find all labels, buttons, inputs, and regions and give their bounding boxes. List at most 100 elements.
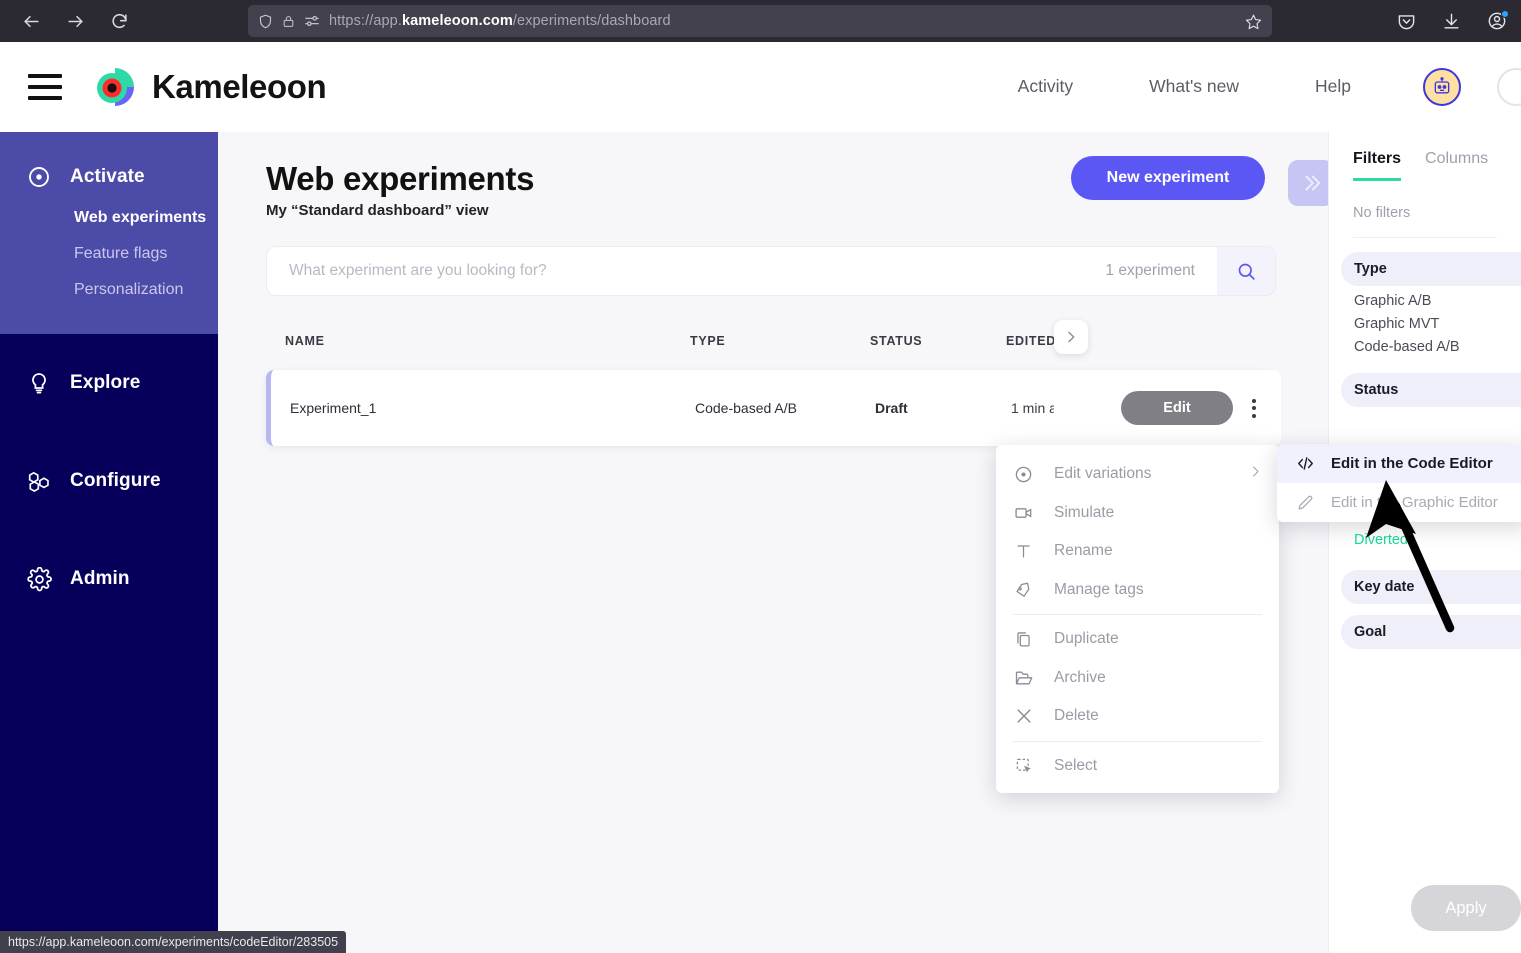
filter-option-graphic-mvt[interactable]: Graphic MVT bbox=[1329, 309, 1521, 332]
filter-group-goal[interactable]: Goal bbox=[1341, 615, 1521, 649]
cell-experiment-name: Experiment_1 bbox=[290, 400, 376, 416]
target-dot-icon bbox=[1013, 465, 1034, 484]
sidebar-item-label: Admin bbox=[70, 568, 130, 590]
column-header-edited: EDITED bbox=[1006, 334, 1056, 348]
double-chevron-right-icon[interactable] bbox=[1288, 160, 1328, 206]
pencil-icon bbox=[1295, 493, 1315, 512]
submenu-item-code-editor[interactable]: Edit in the Code Editor bbox=[1277, 444, 1521, 483]
kameleoon-logo-icon bbox=[92, 64, 138, 110]
sidebar-item-activate[interactable]: Activate bbox=[0, 154, 218, 200]
filter-group-key-date[interactable]: Key date bbox=[1341, 570, 1521, 604]
menu-item-manage-tags[interactable]: Manage tags bbox=[996, 571, 1279, 610]
sidebar: Activate Web experiments Feature flags P… bbox=[0, 132, 218, 953]
menu-item-duplicate[interactable]: Duplicate bbox=[996, 620, 1279, 659]
tab-columns[interactable]: Columns bbox=[1425, 150, 1488, 181]
edit-button[interactable]: Edit bbox=[1121, 391, 1233, 425]
filter-option-code-based-ab[interactable]: Code-based A/B bbox=[1329, 332, 1521, 355]
reload-icon[interactable] bbox=[104, 6, 134, 36]
sidebar-section-explore: Explore bbox=[0, 334, 218, 432]
menu-item-label: Delete bbox=[1054, 707, 1099, 725]
folder-open-icon bbox=[1013, 668, 1034, 688]
filter-group-status[interactable]: Status bbox=[1341, 373, 1521, 407]
chevron-right-icon[interactable] bbox=[1054, 320, 1088, 354]
panel-tabs: Filters Columns bbox=[1329, 132, 1521, 181]
sidebar-item-web-experiments[interactable]: Web experiments bbox=[0, 200, 218, 236]
menu-item-label: Rename bbox=[1054, 542, 1113, 560]
experiment-count: 1 experiment bbox=[1105, 262, 1217, 280]
menu-item-select[interactable]: Select bbox=[996, 747, 1279, 786]
top-navigation: Activity What's new Help bbox=[980, 68, 1461, 106]
status-url-text: https://app.kameleoon.com/experiments/co… bbox=[8, 935, 338, 949]
user-avatar-partial[interactable] bbox=[1497, 68, 1521, 106]
pocket-save-icon[interactable] bbox=[1397, 12, 1416, 31]
download-icon[interactable] bbox=[1442, 12, 1461, 31]
menu-item-archive[interactable]: Archive bbox=[996, 659, 1279, 698]
submenu-item-label: Edit in the Code Editor bbox=[1331, 455, 1493, 472]
table-header-row: NAME TYPE STATUS EDITED bbox=[266, 328, 1276, 358]
brand-logo-group[interactable]: Kameleoon bbox=[92, 64, 326, 110]
nav-help[interactable]: Help bbox=[1277, 76, 1389, 97]
menu-item-label: Archive bbox=[1054, 669, 1106, 687]
code-brackets-icon bbox=[1295, 454, 1315, 473]
search-input[interactable] bbox=[267, 247, 1105, 295]
menu-item-label: Simulate bbox=[1054, 504, 1114, 522]
more-vertical-icon[interactable] bbox=[1241, 391, 1267, 425]
sidebar-section-activate: Activate Web experiments Feature flags P… bbox=[0, 132, 218, 334]
page-settings-icon[interactable] bbox=[304, 14, 320, 28]
sidebar-section-configure: Configure bbox=[0, 432, 218, 530]
submenu-item-graphic-editor[interactable]: Edit in the Graphic Editor bbox=[1277, 483, 1521, 522]
menu-item-edit-variations[interactable]: Edit variations bbox=[996, 455, 1279, 494]
browser-status-bar: https://app.kameleoon.com/experiments/co… bbox=[0, 931, 346, 953]
url-domain: kameleoon.com bbox=[402, 13, 513, 29]
cell-experiment-status: Draft bbox=[875, 400, 908, 416]
address-bar[interactable]: https://app.kameleoon.com/experiments/da… bbox=[248, 5, 1272, 37]
menu-item-rename[interactable]: Rename bbox=[996, 532, 1279, 571]
apply-button[interactable]: Apply bbox=[1411, 885, 1521, 931]
text-cursor-icon bbox=[1013, 542, 1034, 561]
column-header-type: TYPE bbox=[690, 334, 725, 348]
sidebar-section-admin: Admin bbox=[0, 530, 218, 628]
sidebar-item-explore[interactable]: Explore bbox=[0, 360, 218, 406]
sidebar-item-label: Configure bbox=[70, 470, 161, 492]
account-avatar-icon[interactable] bbox=[1487, 11, 1507, 31]
close-x-icon bbox=[1013, 706, 1034, 726]
filter-group-type[interactable]: Type bbox=[1341, 252, 1521, 286]
main-content: Web experiments My “Standard dashboard” … bbox=[218, 132, 1328, 953]
sidebar-item-label: Explore bbox=[70, 372, 140, 394]
search-icon[interactable] bbox=[1217, 247, 1275, 295]
row-actions: Edit bbox=[1054, 370, 1281, 446]
nav-whats-new[interactable]: What's new bbox=[1111, 76, 1277, 97]
sidebar-item-feature-flags[interactable]: Feature flags bbox=[0, 236, 218, 272]
url-protocol: https://app. bbox=[329, 13, 402, 29]
video-camera-icon bbox=[1013, 503, 1034, 523]
padlock-icon bbox=[282, 15, 295, 28]
filters-panel: Filters Columns No filters Type Graphic … bbox=[1328, 132, 1521, 953]
column-header-status: STATUS bbox=[870, 334, 922, 348]
menu-item-label: Select bbox=[1054, 757, 1097, 775]
filter-option-graphic-ab[interactable]: Graphic A/B bbox=[1329, 286, 1521, 309]
back-arrow-icon[interactable] bbox=[16, 6, 46, 36]
select-cursor-icon bbox=[1013, 756, 1034, 776]
sidebar-item-configure[interactable]: Configure bbox=[0, 458, 218, 504]
menu-item-delete[interactable]: Delete bbox=[996, 697, 1279, 736]
panel-divider bbox=[1353, 237, 1497, 238]
url-text: https://app.kameleoon.com/experiments/da… bbox=[329, 13, 671, 29]
filter-option-diverted[interactable]: Diverted bbox=[1329, 525, 1521, 548]
sidebar-item-personalization[interactable]: Personalization bbox=[0, 272, 218, 308]
copy-icon bbox=[1013, 630, 1034, 649]
star-icon[interactable] bbox=[1245, 13, 1262, 30]
forward-arrow-icon[interactable] bbox=[60, 6, 90, 36]
nav-activity[interactable]: Activity bbox=[980, 76, 1111, 97]
cell-experiment-type: Code-based A/B bbox=[695, 400, 797, 416]
menu-item-label: Manage tags bbox=[1054, 581, 1144, 599]
hamburger-menu-icon[interactable] bbox=[28, 74, 62, 100]
robot-avatar-icon[interactable] bbox=[1423, 68, 1461, 106]
tag-icon bbox=[1013, 580, 1034, 599]
table-row[interactable]: Experiment_1 Code-based A/B Draft 1 min … bbox=[266, 370, 1276, 446]
new-experiment-button[interactable]: New experiment bbox=[1071, 156, 1265, 200]
tab-filters[interactable]: Filters bbox=[1353, 150, 1401, 181]
menu-item-simulate[interactable]: Simulate bbox=[996, 494, 1279, 533]
app-header: Kameleoon Activity What's new Help bbox=[0, 42, 1521, 132]
sidebar-item-admin[interactable]: Admin bbox=[0, 556, 218, 602]
url-path: /experiments/dashboard bbox=[513, 13, 671, 29]
